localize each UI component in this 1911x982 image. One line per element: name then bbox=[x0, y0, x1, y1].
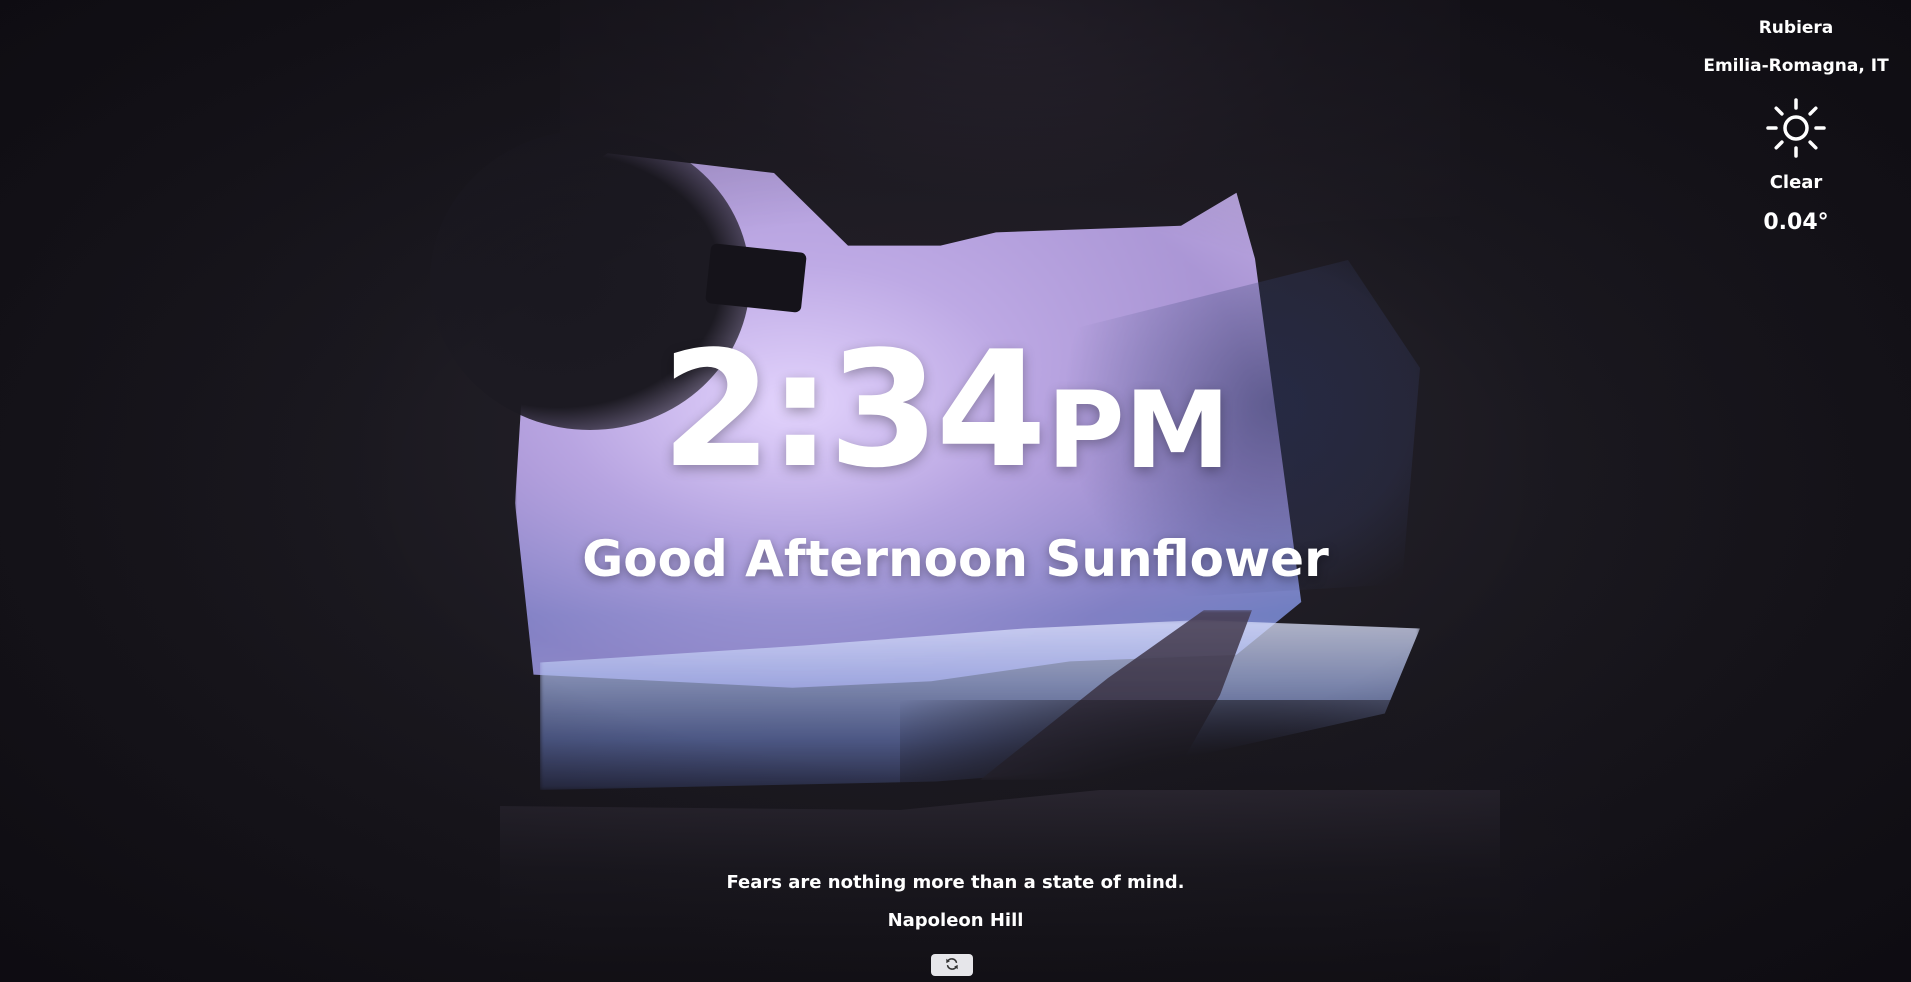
greeting-text: Good Afternoon Sunflower bbox=[582, 530, 1329, 588]
weather-condition: Clear bbox=[1769, 172, 1823, 193]
quote-text: Fears are nothing more than a state of m… bbox=[726, 872, 1185, 893]
weather-city: Rubiera bbox=[1758, 18, 1834, 38]
quote-author: Napoleon Hill bbox=[887, 910, 1024, 931]
weather-temperature: 0.04° bbox=[1763, 210, 1829, 235]
clock-period: PM bbox=[1046, 369, 1231, 492]
weather-widget: Rubiera Emilia-Romagna, IT Clear 0.04° bbox=[1701, 14, 1891, 235]
refresh-icon bbox=[945, 957, 959, 974]
clock-time: 2:34 bbox=[660, 316, 1047, 503]
weather-region: Emilia-Romagna, IT bbox=[1703, 56, 1889, 76]
refresh-quote-button[interactable] bbox=[931, 954, 973, 976]
sun-icon bbox=[1766, 98, 1826, 158]
app-root: Rubiera Emilia-Romagna, IT Clear 0.04° 2… bbox=[0, 0, 1911, 982]
clock: 2:34PM bbox=[0, 330, 1911, 490]
